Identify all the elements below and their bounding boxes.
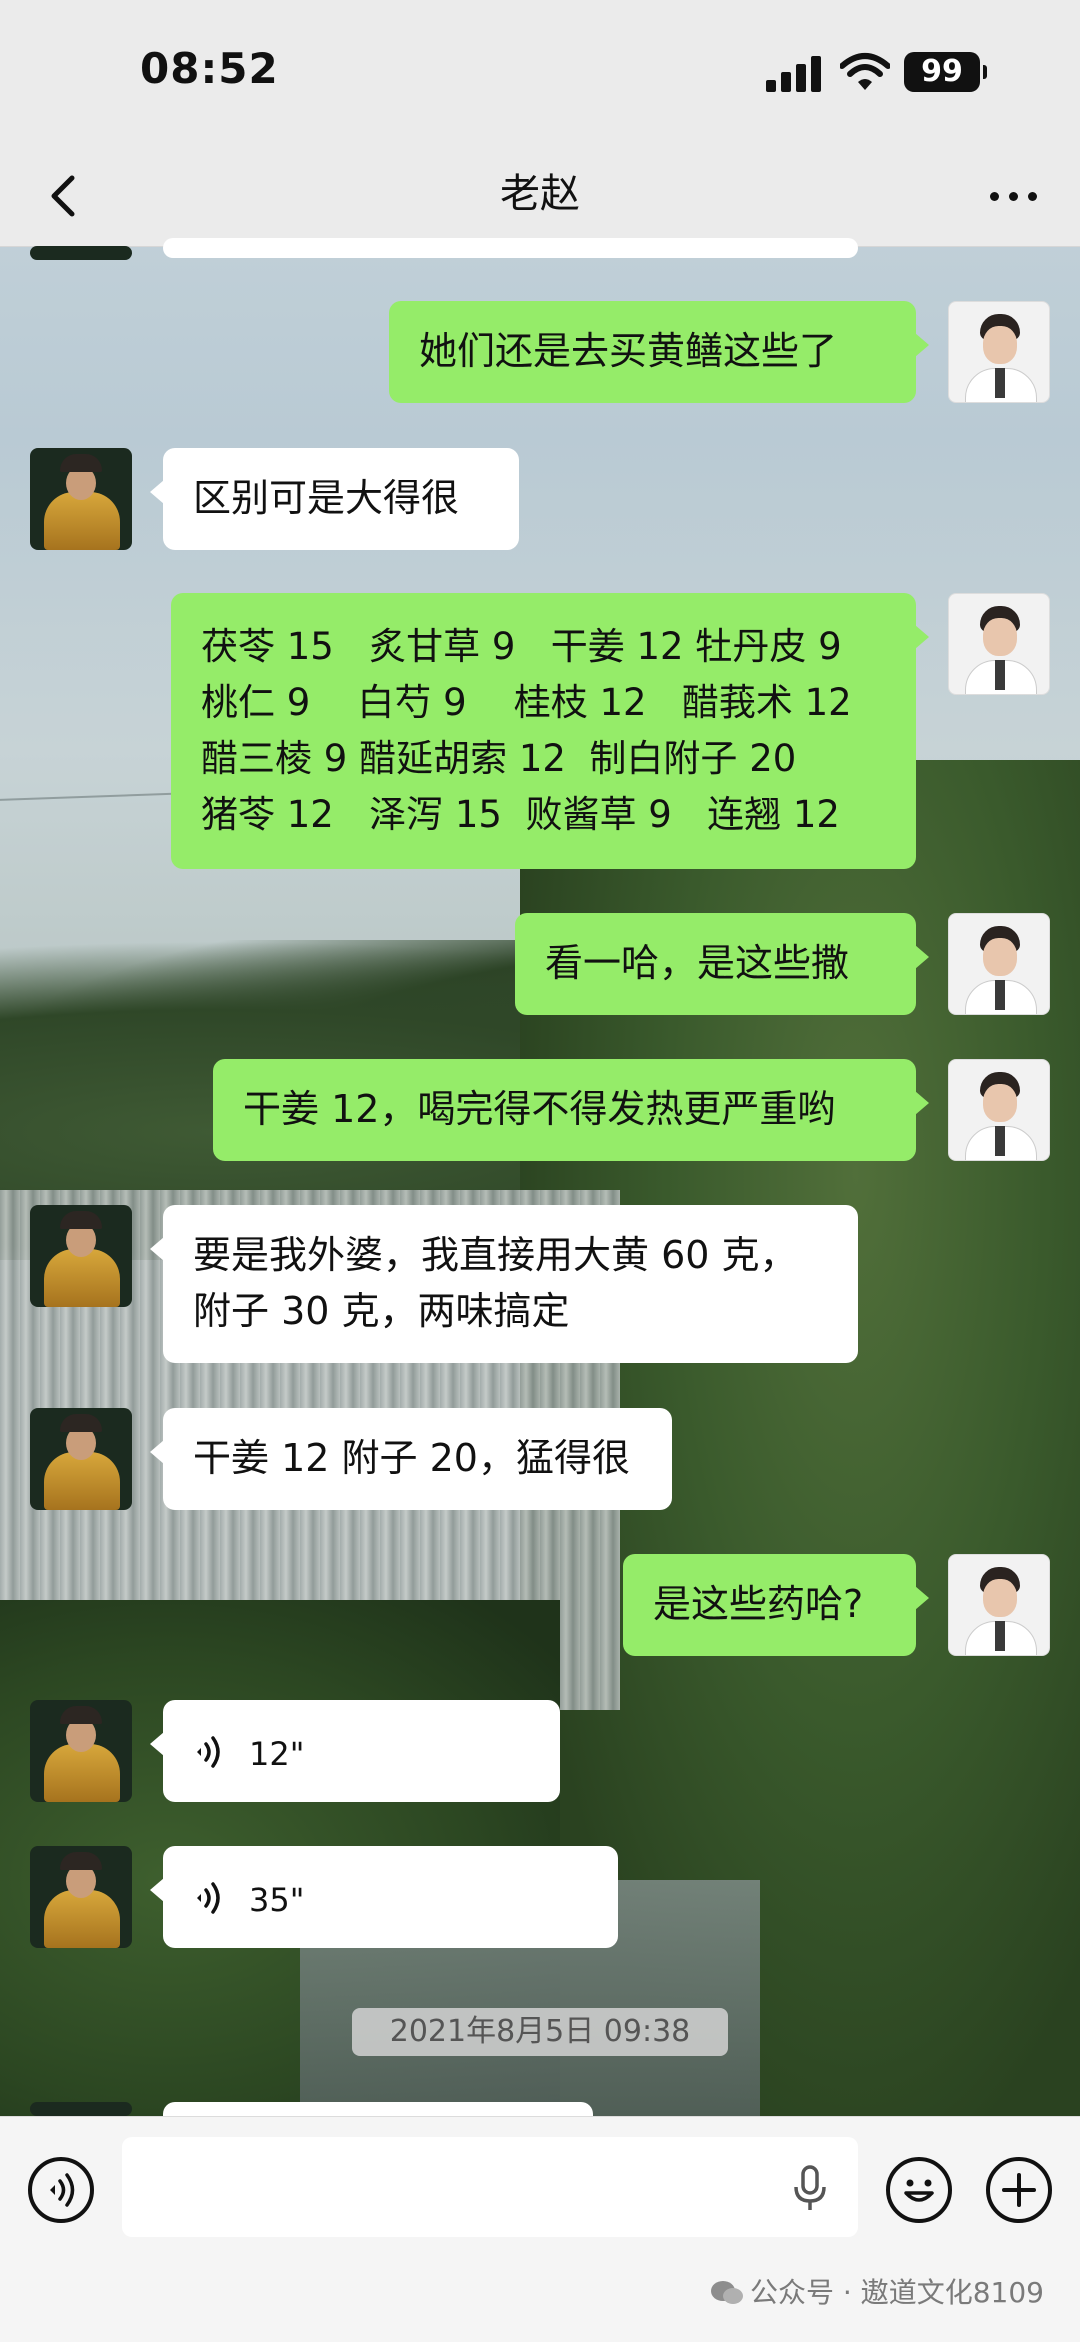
my-avatar[interactable] (948, 1059, 1050, 1161)
voice-mode-button[interactable] (28, 2157, 94, 2223)
message-bubble-outgoing[interactable]: 茯苓 15 炙甘草 9 干姜 12 牡丹皮 9 桃仁 9 白芍 9 桂枝 12 … (171, 593, 929, 869)
my-avatar[interactable] (948, 301, 1050, 403)
voice-duration: 35" (249, 1881, 305, 1919)
message-input[interactable] (122, 2137, 858, 2237)
plus-icon (1002, 2173, 1036, 2207)
status-time: 08:52 (140, 44, 279, 93)
contact-avatar[interactable] (30, 2102, 132, 2116)
my-avatar[interactable] (948, 913, 1050, 1015)
plus-button[interactable] (986, 2157, 1052, 2223)
message-timestamp: 2021年8月5日 09:38 (352, 2008, 728, 2056)
more-icon[interactable] (984, 178, 1044, 214)
chat-header: 老赵 (0, 148, 1080, 247)
voice-message-bubble[interactable]: 12" (150, 1700, 560, 1802)
message-bubble-incoming[interactable]: 干姜 12 附子 20，猛得很 (150, 1408, 672, 1510)
my-avatar[interactable] (948, 1554, 1050, 1656)
emoji-button[interactable] (886, 2157, 952, 2223)
contact-avatar[interactable] (30, 1846, 132, 1948)
wechat-icon (711, 2281, 744, 2304)
status-bar: 08:52 99 (0, 0, 1080, 148)
voice-message-bubble[interactable]: 35" (150, 1846, 618, 1948)
voice-message-icon (197, 1882, 220, 1914)
voice-message-icon (197, 1736, 220, 1768)
watermark-text: 公众号 · 遨道文化8109 (750, 2276, 1044, 2309)
battery-indicator: 99 (904, 52, 987, 92)
message-bubble-incoming[interactable]: 区别可是大得很 (150, 448, 519, 550)
contact-avatar[interactable] (30, 246, 132, 260)
emoji-icon (904, 2179, 934, 2202)
watermark: 公众号 · 遨道文化8109 (710, 2271, 1044, 2311)
message-bubble-outgoing[interactable]: 是这些药哈? (623, 1554, 929, 1656)
microphone-icon[interactable] (792, 2165, 828, 2213)
message-bubble-partial (163, 2102, 593, 2116)
cellular-signal-icon (766, 56, 822, 92)
chat-title: 老赵 (500, 171, 580, 217)
message-bubble-incoming[interactable]: 要是我外婆，我直接用大黄 60 克， 附子 30 克，两味搞定 (150, 1205, 858, 1363)
contact-avatar[interactable] (30, 448, 132, 550)
input-bar: 公众号 · 遨道文化8109 (0, 2116, 1080, 2342)
contact-avatar[interactable] (30, 1700, 132, 1802)
message-bubble-outgoing[interactable]: 干姜 12，喝完得不得发热更严重哟 (213, 1059, 929, 1161)
my-avatar[interactable] (948, 593, 1050, 695)
contact-avatar[interactable] (30, 1408, 132, 1510)
voice-duration: 12" (249, 1735, 305, 1773)
voice-mode-icon (50, 2173, 75, 2207)
wifi-icon (840, 53, 890, 90)
message-bubble-partial (163, 238, 858, 258)
contact-avatar[interactable] (30, 1205, 132, 1307)
message-bubble-outgoing[interactable]: 看一哈，是这些撒 (515, 913, 929, 1015)
message-bubble-outgoing[interactable]: 她们还是去买黄鳝这些了 (389, 301, 929, 403)
